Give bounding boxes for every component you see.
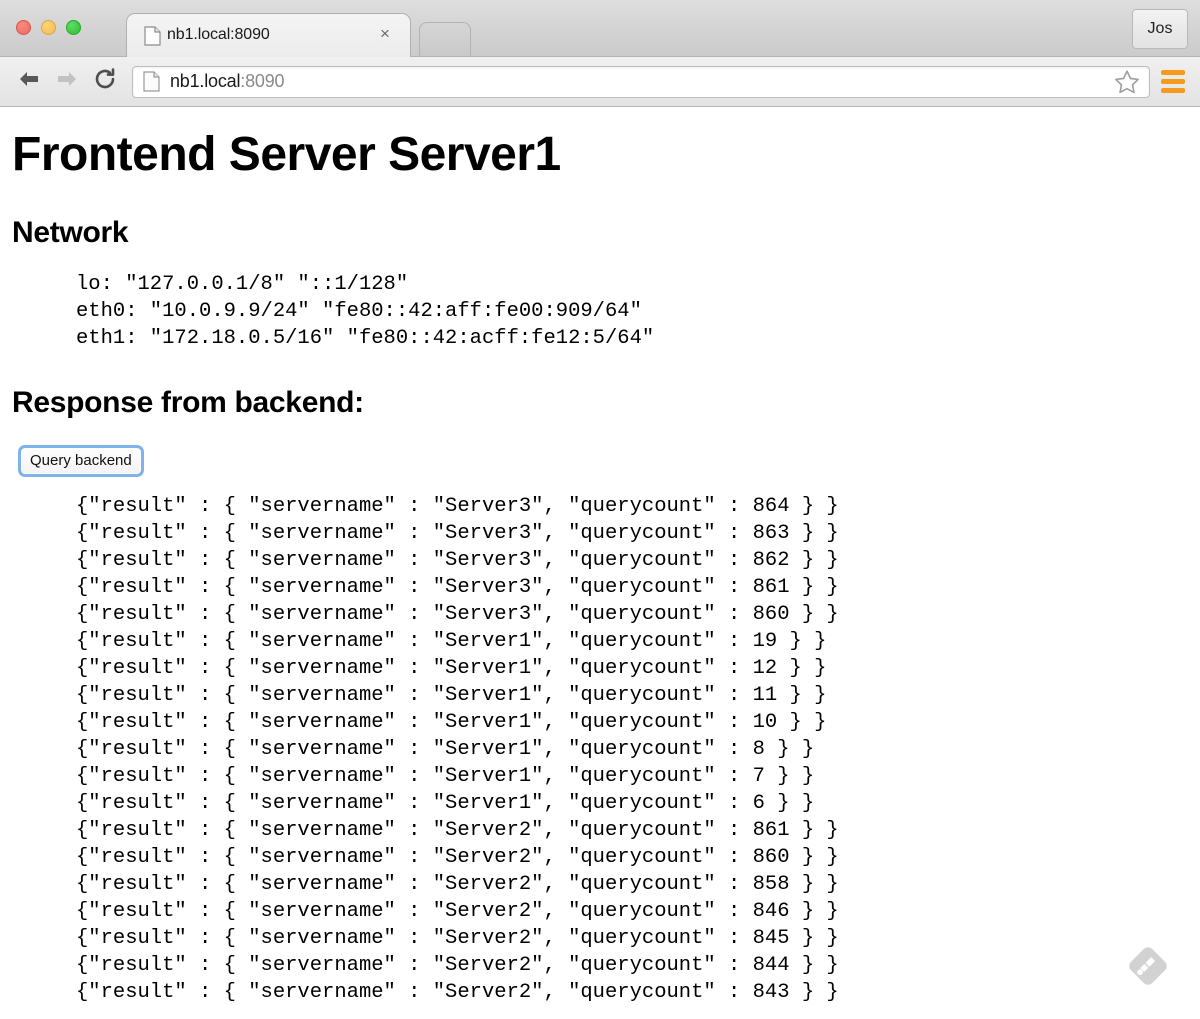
new-tab-button[interactable] xyxy=(419,22,471,56)
reload-button[interactable] xyxy=(88,65,122,99)
address-bar[interactable]: nb1.local:8090 xyxy=(132,65,1150,98)
backend-results-block: {"result" : { "servername" : "Server3", … xyxy=(76,494,839,1004)
url-host: nb1.local xyxy=(170,71,241,91)
profile-button[interactable]: Jos xyxy=(1132,9,1188,49)
star-icon[interactable] xyxy=(1113,68,1143,96)
response-heading: Response from backend: xyxy=(12,385,364,419)
close-window-button[interactable] xyxy=(16,20,31,35)
back-button[interactable] xyxy=(12,65,46,99)
forward-button[interactable] xyxy=(50,65,84,99)
hamburger-bar-2 xyxy=(1161,79,1185,84)
network-info-block: lo: "127.0.0.1/8" "::1/128" eth0: "10.0.… xyxy=(76,272,655,350)
hamburger-bar-3 xyxy=(1161,88,1185,93)
arrow-left-icon xyxy=(16,68,42,95)
tab-strip: nb1.local:8090 × Jos xyxy=(0,0,1200,57)
browser-window: nb1.local:8090 × Jos nb1.local:8090 Fron… xyxy=(0,0,1200,1019)
browser-menu-button[interactable] xyxy=(1158,67,1188,97)
arrow-right-icon xyxy=(54,68,80,95)
query-backend-button[interactable]: Query backend xyxy=(18,444,144,477)
window-controls xyxy=(16,20,81,35)
tab-title: nb1.local:8090 xyxy=(167,26,270,43)
document-icon xyxy=(144,26,161,51)
url-port: :8090 xyxy=(240,71,285,91)
network-heading: Network xyxy=(12,215,129,249)
page-content: Frontend Server Server1 Network lo: "127… xyxy=(0,107,1200,1018)
minimize-window-button[interactable] xyxy=(41,20,56,35)
close-icon[interactable]: × xyxy=(376,25,394,43)
page-title: Frontend Server Server1 xyxy=(12,128,561,181)
feedly-icon[interactable] xyxy=(1122,940,1174,992)
hamburger-bar-1 xyxy=(1161,70,1185,75)
browser-toolbar: nb1.local:8090 xyxy=(0,57,1200,107)
reload-icon xyxy=(93,67,117,96)
zoom-window-button[interactable] xyxy=(66,20,81,35)
profile-label: Jos xyxy=(1147,20,1173,37)
page-document-icon xyxy=(143,71,160,92)
browser-tab-active[interactable]: nb1.local:8090 × xyxy=(126,13,411,57)
address-bar-text: nb1.local:8090 xyxy=(170,71,285,92)
